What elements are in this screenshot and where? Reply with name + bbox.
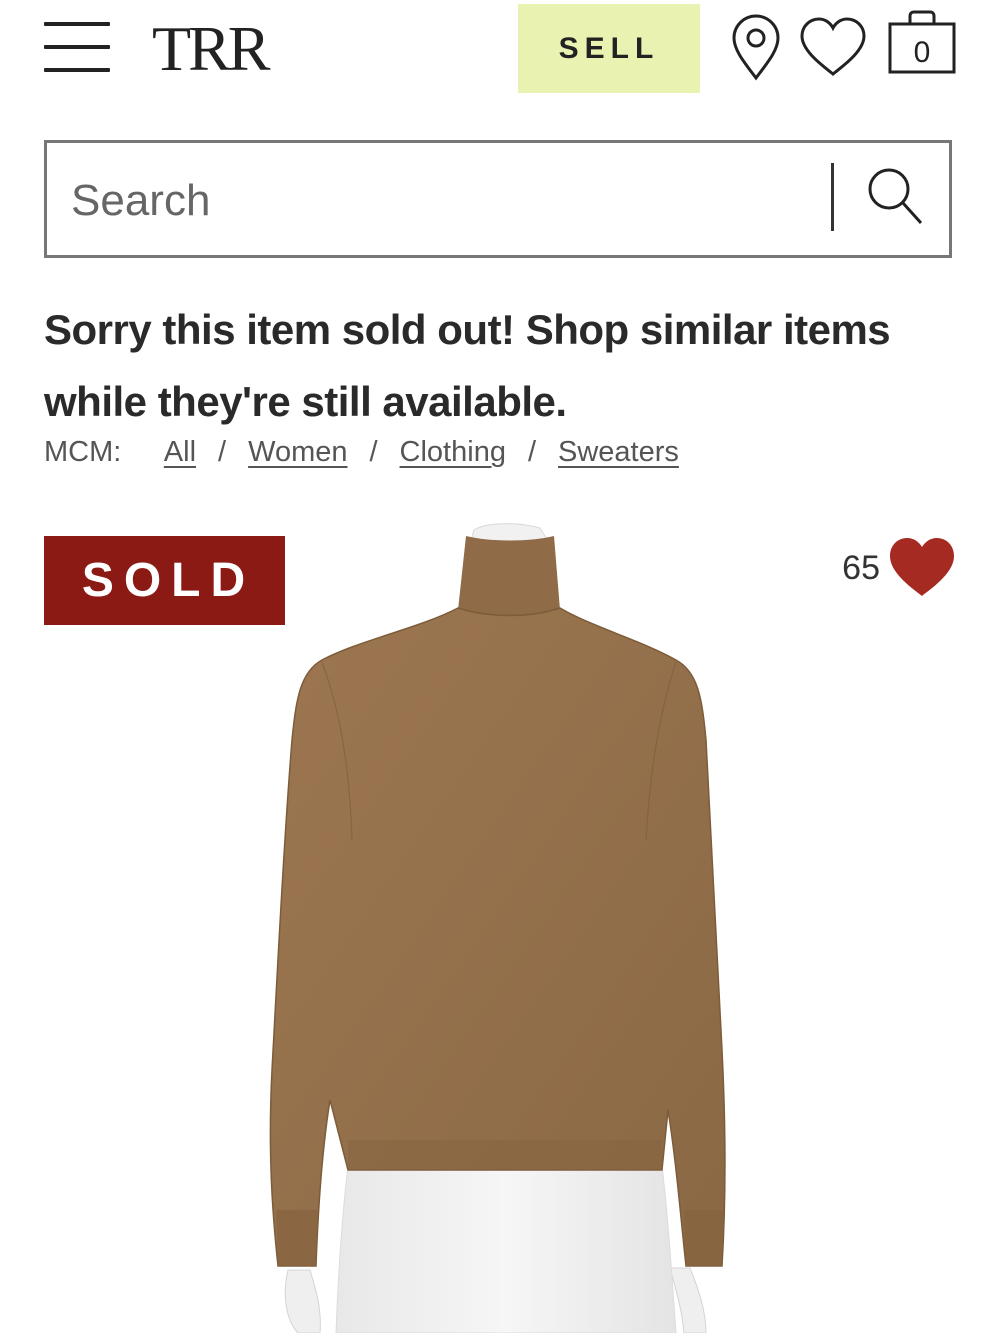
- bag-count: 0: [913, 36, 931, 69]
- breadcrumb-brand: MCM:: [44, 436, 122, 468]
- favorite-count: 65: [842, 549, 880, 587]
- product-image[interactable]: [0, 510, 1000, 1333]
- breadcrumb-item-sweaters[interactable]: Sweaters: [558, 436, 679, 468]
- hamburger-menu-icon[interactable]: [44, 22, 112, 74]
- search-input[interactable]: [69, 163, 813, 239]
- heart-outline-icon[interactable]: [798, 16, 868, 78]
- header: TRR SELL 0: [0, 0, 1000, 110]
- menu-line: [44, 68, 110, 72]
- search-icon[interactable]: [865, 165, 925, 227]
- breadcrumb-item-women[interactable]: Women: [248, 436, 347, 468]
- sell-button[interactable]: SELL: [518, 4, 700, 93]
- heart-filled-icon[interactable]: [888, 536, 956, 600]
- sold-status-badge: SOLD: [44, 536, 285, 625]
- breadcrumb-item-clothing[interactable]: Clothing: [400, 436, 506, 468]
- menu-line: [44, 22, 110, 26]
- menu-line: [44, 45, 110, 49]
- logo[interactable]: TRR: [152, 14, 270, 84]
- sold-out-message: Sorry this item sold out! Shop similar i…: [44, 306, 891, 425]
- location-pin-icon[interactable]: [730, 14, 782, 82]
- breadcrumb-separator: /: [369, 436, 378, 468]
- breadcrumb-item-all[interactable]: All: [164, 436, 196, 468]
- search-box: [44, 140, 952, 258]
- breadcrumb: MCM: All / Women / Clothing / Sweaters: [44, 432, 679, 472]
- breadcrumb-separator: /: [218, 436, 227, 468]
- search-divider: [831, 163, 834, 231]
- shopping-bag-icon[interactable]: 0: [886, 10, 958, 76]
- breadcrumb-separator: /: [527, 436, 537, 468]
